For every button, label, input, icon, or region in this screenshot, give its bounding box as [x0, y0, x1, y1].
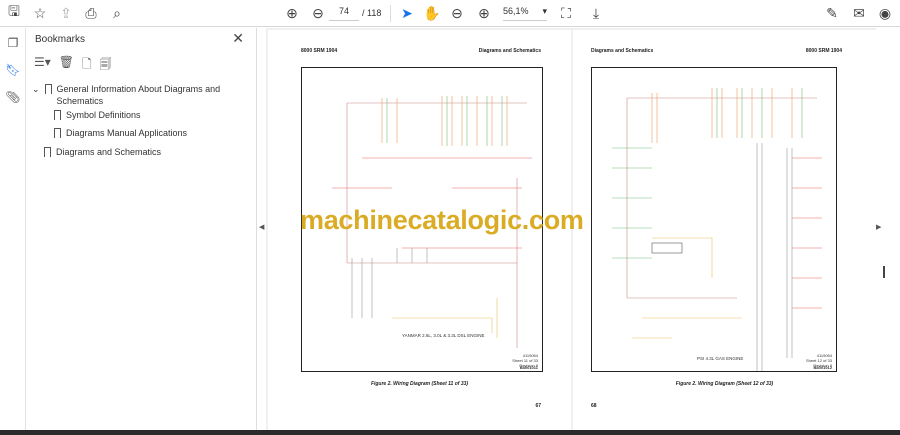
zoom-out-icon[interactable]: ⊖ [447, 4, 467, 22]
page-header-left: 8000 SRM 1904 [301, 48, 338, 54]
figure-caption: Figure 2. Wiring Diagram (Sheet 11 of 33… [370, 381, 469, 387]
search-icon[interactable]: ⌕ [107, 4, 127, 22]
save-icon[interactable]: 🖫 [4, 3, 24, 22]
drawing-code: B8001011 [519, 365, 538, 370]
drawing-code: B8001012 [813, 365, 832, 370]
engine-label: PSI 4.3L GAS ENGINE [697, 356, 744, 361]
panel-title: Bookmarks [35, 34, 86, 45]
close-icon[interactable]: ✕ [232, 30, 244, 47]
page-down-icon[interactable]: ⊖ [308, 4, 328, 22]
bookmark-item[interactable]: Symbol Definitions [54, 109, 141, 121]
bookmark-icon [44, 84, 52, 94]
bookmark-label: General Information About Diagrams and S… [56, 84, 221, 106]
left-icon-rail: ❐ 🔖︎ 📎︎ [0, 28, 26, 430]
engine-label: YANMAR 2.6L, 3.0L & 3.3L DSL ENGINE [402, 333, 485, 338]
schematic-drawing [612, 88, 822, 373]
panel-divider[interactable]: ◀ [256, 28, 266, 430]
attachment-icon[interactable]: 📎︎ [5, 90, 21, 106]
bookmark-icon [54, 110, 61, 120]
bookmark-icon [44, 147, 51, 157]
page-up-icon[interactable]: ⊕ [282, 4, 302, 22]
hand-icon[interactable]: ✋ [422, 4, 442, 22]
page-header-left: Diagrams and Schematics [591, 48, 654, 54]
bookmark-tools: ☰▾ 🗑︎ 🗋 🗐 [34, 55, 112, 76]
page-number: 68 [591, 403, 597, 409]
star-icon[interactable]: ☆ [30, 4, 50, 22]
toolbar-separator [390, 5, 391, 22]
delete-icon[interactable]: 🗑︎ [59, 55, 74, 76]
upload-icon[interactable]: ⇪ [56, 4, 76, 22]
chevron-down-icon[interactable]: ⌄ [32, 83, 40, 107]
add-bookmark-icon[interactable]: 🗋 [82, 55, 92, 76]
toolbar: 🖫 ☆ ⇪ ⎙ ⌕ ⊕ ⊖ 74 / 118 ➤ ✋ ⊖ ⊕ 56,1% ▾ ⛶ … [0, 0, 900, 27]
select-cursor-icon[interactable]: ➤ [397, 4, 417, 22]
bookmark-item[interactable]: Diagrams and Schematics [44, 146, 161, 158]
sign-icon[interactable]: ✎ [822, 4, 842, 22]
bookmark-item[interactable]: Diagrams Manual Applications [54, 127, 187, 139]
scrollbar[interactable]: ▶ [876, 28, 900, 430]
scrollbar-thumb[interactable] [883, 266, 885, 278]
wiring-diagram: PSI 4.3L GAS ENGINE 4119054 Sheet 12 of 3… [591, 67, 837, 373]
page-header-right: Diagrams and Schematics [478, 48, 541, 54]
bookmark-label: Diagrams and Schematics [56, 147, 162, 157]
page-total: / 118 [362, 8, 382, 18]
bookmark-label: Symbol Definitions [66, 110, 141, 120]
figure-caption: Figure 2. Wiring Diagram (Sheet 12 of 33… [675, 381, 774, 387]
account-icon[interactable]: ◉ [875, 4, 895, 22]
scroll-mode-icon[interactable]: ⤓ [586, 4, 606, 22]
find-bookmark-icon[interactable]: 🗐 [100, 55, 112, 76]
watermark: machinecatalogic.com [300, 205, 584, 235]
page-number-input[interactable]: 74 [329, 6, 359, 21]
chevron-down-icon: ▾ [542, 6, 547, 16]
collapse-arrow-icon[interactable]: ▶ [876, 223, 881, 231]
bookmark-icon [54, 128, 61, 138]
bookmarks-panel: Bookmarks ✕ ☰▾ 🗑︎ 🗋 🗐 ⌄ General Informati… [26, 28, 256, 430]
page-68: Diagrams and Schematics 8000 SRM 1904 PS… [573, 30, 876, 430]
taskbar-edge [0, 430, 900, 435]
collapse-arrow-icon[interactable]: ◀ [259, 223, 264, 231]
page-number: 67 [535, 403, 541, 409]
zoom-value: 56,1% [503, 6, 529, 16]
options-menu-icon[interactable]: ☰▾ [34, 55, 51, 76]
page-header-right: 8000 SRM 1904 [805, 48, 842, 54]
bookmark-item[interactable]: ⌄ General Information About Diagrams and … [32, 83, 232, 107]
zoom-in-icon[interactable]: ⊕ [474, 4, 494, 22]
zoom-select[interactable]: 56,1% ▾ [503, 6, 547, 21]
bookmark-label: Diagrams Manual Applications [66, 128, 188, 138]
pages-icon[interactable]: ❐ [5, 36, 21, 52]
mail-icon[interactable]: ✉ [849, 4, 869, 22]
fit-page-icon[interactable]: ⛶ [556, 4, 576, 22]
print-icon[interactable]: ⎙ [81, 4, 101, 22]
bookmark-icon[interactable]: 🔖︎ [5, 63, 21, 79]
